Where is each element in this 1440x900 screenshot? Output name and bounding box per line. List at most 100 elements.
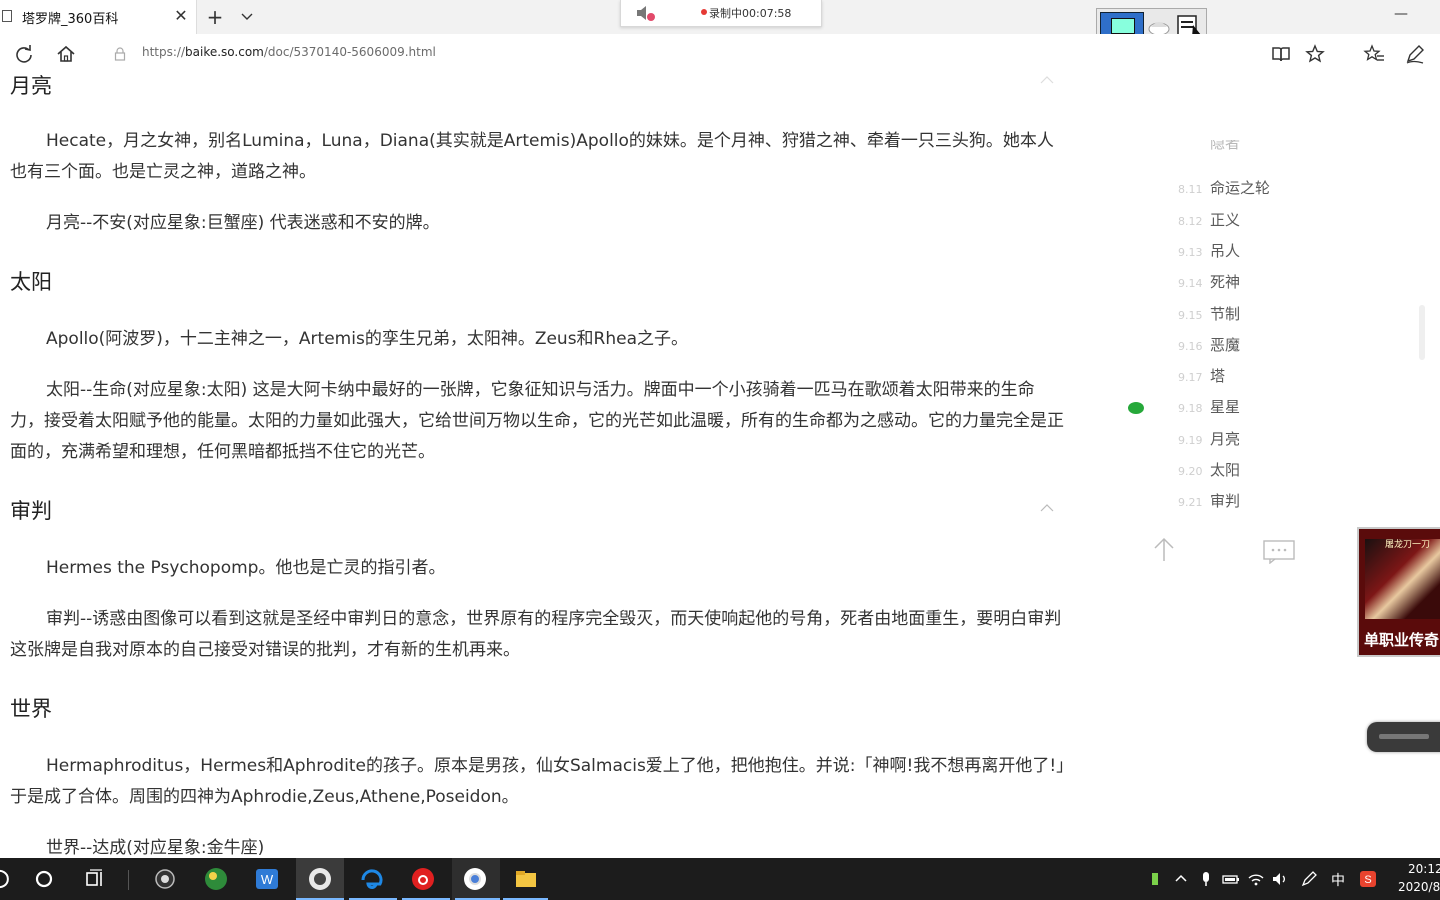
photo-viewer-app-icon[interactable] [203,866,229,892]
clock-date[interactable]: 2020/8 [1398,880,1440,894]
microphone-icon[interactable] [1197,870,1215,888]
favorites-list-icon[interactable] [1362,42,1386,66]
toc-item[interactable]: 9.14 死神 [1178,271,1240,293]
battery-saver-icon[interactable] [1146,870,1164,888]
section-paragraph: 太阳--生命(对应星象:太阳) 这是大阿卡纳中最好的一张牌，它象征知识与活力。牌… [10,380,1064,462]
svg-text:S: S [1364,874,1371,886]
minimize-button[interactable]: — [1390,6,1412,26]
toast-popup[interactable] [1367,722,1440,752]
toc-item-number: 9.18 [1178,402,1203,416]
pen-notes-icon[interactable] [1403,42,1427,66]
section-title: 太阳 [10,270,52,294]
toc-item-number: 9.14 [1178,277,1203,291]
page-icon [2,10,12,22]
muted-speaker-icon[interactable] [635,4,657,22]
toc-item-label: 吊人 [1210,241,1241,260]
toc-item-label: 月亮 [1210,429,1241,448]
toc-item[interactable]: 9.15 节制 [1178,303,1240,325]
toc-item-number: 9.15 [1178,308,1203,322]
toc-item[interactable]: 9.16 恶魔 [1178,334,1240,356]
section-paragraph: Apollo(阿波罗)，十二主神之一，Artemis的孪生兄弟，太阳神。Zeus… [46,329,689,349]
section-title: 世界 [10,697,52,721]
ad-artwork [1365,539,1440,619]
toc-item-label: 太阳 [1210,461,1241,479]
input-method-indicator[interactable]: 中 [1331,870,1345,890]
recording-dot-icon [701,9,707,15]
toc-item-label: 星星 [1210,398,1241,417]
file-explorer-icon[interactable] [513,866,539,892]
toc-item[interactable]: 9.13 吊人 [1178,240,1240,262]
section-paragraph: 世界--达成(对应星象:金牛座) [46,838,265,857]
toc-item-number: 9.17 [1178,371,1203,385]
collapse-chevron-up-icon[interactable] [1038,502,1056,514]
netease-music-icon[interactable] [410,866,436,892]
edge-browser-icon[interactable] [359,866,385,892]
toc-item-label: 隐者 [1210,140,1241,152]
article-content: 月亮 Hecate，月之女神，别名Lumina，Luna，Diana(其实就是A… [0,60,1075,857]
ad-badge: 屠龙刀一刀 [1385,540,1431,550]
sogou-input-icon[interactable]: S [1359,870,1377,888]
section-paragraph: 月亮--不安(对应星象:巨蟹座) 代表迷惑和不安的牌。 [46,213,440,233]
toc-item-number: 9.13 [1178,245,1203,259]
reading-view-icon[interactable] [1269,42,1293,66]
tab-title: 塔罗牌_360百科 [22,12,119,27]
chrome-browser-icon[interactable] [462,866,488,892]
toc-item[interactable]: 8.11 命运之轮 [1178,177,1270,199]
svg-text:W: W [261,872,274,887]
toc-item[interactable]: 9.19 月亮 [1178,428,1240,450]
game-advertisement[interactable]: 屠龙刀一刀 单职业传奇 [1357,527,1440,657]
toc-item-label: 恶魔 [1210,335,1241,354]
toc-item[interactable]: 8.12 正义 [1178,209,1240,231]
toc-item-number: 9.19 [1178,433,1203,447]
battery-icon[interactable] [1222,870,1240,888]
show-hidden-icons-chevron-up-icon[interactable] [1172,870,1190,888]
toc-item-label: 节制 [1210,304,1241,323]
recording-timer: 录制中00:07:58 [709,7,792,20]
windows-taskbar: W 中 S 20:12 2020/8 [0,858,1440,900]
feedback-comment-icon[interactable] [1262,538,1296,564]
collapse-chevron-up-icon[interactable] [1038,74,1056,86]
close-tab-icon[interactable]: ✕ [172,6,190,26]
toc-item-number: 9.20 [1178,465,1203,478]
toc-item-label: 死神 [1210,273,1241,292]
section-paragraph: Hermes the Psychopomp。他也是亡灵的指引者。 [46,558,446,578]
start-icon[interactable] [0,866,18,892]
favorite-star-icon[interactable] [1303,42,1327,66]
url-scheme: https:// [142,45,186,59]
toc-item-label: 正义 [1210,210,1241,229]
toc-item-number: 9.16 [1178,339,1203,353]
section-paragraph: Hermaphroditus，Hermes和Aphrodite的孩子。原本是男孩… [10,756,1065,807]
browser-tab[interactable]: 塔罗牌_360百科 ✕ [0,0,197,34]
wifi-icon[interactable] [1247,870,1265,888]
ad-title: 单职业传奇 [1364,631,1440,649]
toc-item-label: 塔 [1210,367,1226,386]
current-section-marker-icon [1128,402,1144,414]
toc-scrollbar[interactable] [1419,305,1425,360]
clock-time[interactable]: 20:12 [1408,862,1440,876]
toc-item-label: 审判 [1210,492,1241,510]
search-icon[interactable] [31,866,57,892]
toc-item-number: 9.21 [1178,496,1203,510]
wps-writer-app-icon[interactable]: W [254,866,280,892]
recorder-app-icon[interactable] [152,866,178,892]
back-to-top-arrow-icon[interactable] [1150,535,1178,563]
toc-item[interactable]: 隐者 [1178,140,1240,154]
toc-item[interactable]: 9.21 审判 [1178,490,1240,510]
toast-placeholder-bar [1379,734,1429,739]
new-tab-button[interactable]: + [204,4,226,30]
game-app-icon[interactable] [307,866,333,892]
tab-list-chevron-down-icon[interactable] [236,4,258,30]
toc-item[interactable]: 9.18 星星 [1178,396,1240,418]
taskbar-divider [128,870,129,890]
section-paragraph: Hecate，月之女神，别名Lumina，Luna，Diana(其实就是Arte… [10,131,1054,182]
pen-input-icon[interactable] [1300,870,1318,888]
volume-icon[interactable] [1271,870,1289,888]
url-path: /doc/5370140-5606009.html [263,45,436,59]
task-view-icon[interactable] [82,866,108,892]
toc-item-number: 8.12 [1178,214,1203,228]
url-host: baike.so.com [185,45,264,59]
address-bar[interactable]: https://baike.so.com/doc/5370140-5606009… [142,45,436,59]
toc-item[interactable]: 9.20 太阳 [1178,459,1240,481]
toc-item[interactable]: 9.17 塔 [1178,365,1225,387]
recording-indicator: 录制中00:07:58 [620,0,822,27]
